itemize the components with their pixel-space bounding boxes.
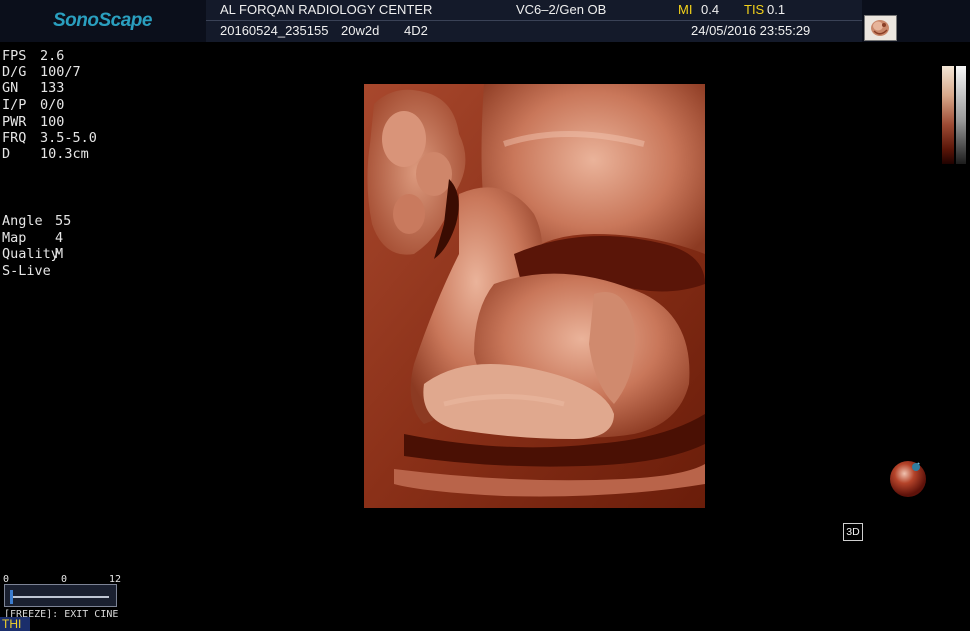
grayscale-map-bar [956,66,966,164]
mi-label: MI [678,2,693,17]
center-name: AL FORQAN RADIOLOGY CENTER [220,2,433,17]
info-divider [206,20,862,21]
exam-datetime: 24/05/2016 23:55:29 [691,23,811,38]
tis-label: TIS [744,2,765,17]
thi-indicator[interactable]: THI [0,617,30,631]
render-map: Map 4 [2,230,64,246]
cine-position-marker[interactable] [10,590,13,604]
param-depth-gain: D/G 100/7 [2,64,81,80]
orientation-sphere-icon[interactable] [889,458,929,498]
render-angle: Angle 55 [2,213,72,229]
param-frequency: FRQ 3.5-5.0 [2,130,97,146]
brand-logo-area: SonoScape [0,0,205,42]
render-slive: S-Live [2,263,51,279]
fetus-thumbnail-icon[interactable] [864,15,897,41]
patient-id: 20160524_235155 [220,23,329,38]
imaging-mode: 4D2 [404,23,428,38]
mi-value: 0.4 [701,2,720,17]
probe-preset[interactable]: VC6–2/Gen OB [516,2,606,17]
tint-colormap-bar [942,66,954,164]
render-quality: Quality M [2,246,64,262]
tis-value: 0.1 [767,2,786,17]
param-fps: FPS 2.6 [2,48,65,64]
param-power: PWR 100 [2,114,65,130]
cine-track-line [13,596,109,598]
mode-3d-badge[interactable]: 3D [843,523,863,541]
param-gain: GN 133 [2,80,65,96]
ultrasound-3d-render[interactable] [364,84,705,508]
brand-logo: SonoScape [53,10,152,31]
cine-progress-track[interactable] [4,584,117,607]
gestational-age: 20w2d [341,23,380,38]
param-image-processing: I/P 0/0 [2,97,65,113]
param-depth: D 10.3cm [2,146,89,162]
